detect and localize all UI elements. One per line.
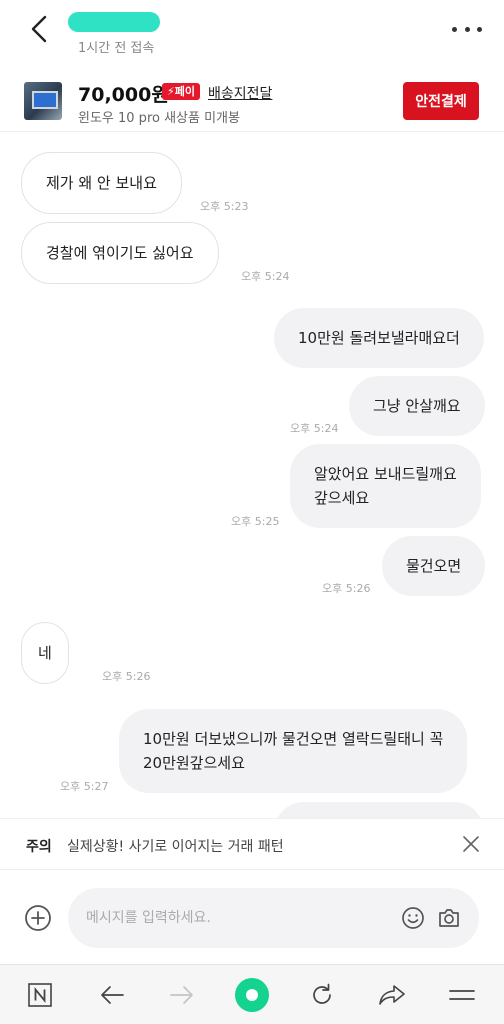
back-button[interactable] <box>22 12 56 46</box>
message-text: 네 <box>38 644 52 662</box>
smiley-icon <box>402 907 424 929</box>
plus-circle-icon <box>25 905 51 931</box>
message-time: 오후 5:25 <box>231 515 280 528</box>
message-bubble-incoming[interactable]: 경찰에 엮이기도 싫어요 <box>21 222 219 284</box>
notice-close-button[interactable] <box>458 831 484 857</box>
message-bubble-incoming[interactable]: 네 <box>21 622 69 684</box>
message-time: 오후 5:27 <box>60 780 109 793</box>
message-bubble-outgoing[interactable]: 물건오면 <box>382 536 486 596</box>
browser-back-button[interactable] <box>94 977 130 1013</box>
message-time: 오후 5:26 <box>322 582 371 595</box>
last-seen-status: 1시간 전 접속 <box>78 41 155 56</box>
message-time: 오후 5:26 <box>102 670 151 683</box>
message-bubble-incoming[interactable]: 제가 왜 안 보내요 <box>21 152 182 214</box>
share-button[interactable] <box>374 977 410 1013</box>
notice-label: 주의 <box>26 839 52 855</box>
message-text-line: 갚으세요 <box>314 489 370 507</box>
message-composer <box>0 878 504 958</box>
message-bubble-outgoing[interactable]: 10만원 더보냈으니까 물건오면 열락드릴태니 꼭 20만원갚으세요 <box>119 709 468 793</box>
naver-button[interactable] <box>22 977 58 1013</box>
product-thumbnail[interactable] <box>24 82 62 120</box>
attach-button[interactable] <box>24 904 52 932</box>
message-time: 오후 5:24 <box>290 422 339 435</box>
message-bubble-outgoing[interactable]: 10만원 돌려보낼라매요더 <box>274 308 484 368</box>
refresh-icon <box>313 983 331 1004</box>
message-time: 오후 5:24 <box>241 270 290 283</box>
arrow-left-icon <box>101 986 124 1004</box>
message-text: 물건오면 <box>406 557 462 575</box>
message-text: 그냥 안살깨요 <box>373 397 461 415</box>
product-name: 윈도우 10 pro 새상품 미개봉 <box>78 111 240 126</box>
message-time: 오후 5:23 <box>200 200 249 213</box>
browser-toolbar <box>0 964 504 1024</box>
user-name-redacted <box>68 12 160 32</box>
more-dots-icon <box>452 26 457 32</box>
back-chevron-icon <box>31 15 47 43</box>
arrow-right-icon <box>170 986 193 1004</box>
hamburger-icon <box>449 990 475 1000</box>
message-bubble-outgoing[interactable]: 그냥 안살깨요 <box>349 376 485 436</box>
message-bubble-outgoing-partial[interactable] <box>274 802 484 818</box>
chat-messages[interactable]: 제가 왜 안 보내요 오후 5:23 경찰에 엮이기도 싫어요 오후 5:24 … <box>0 140 504 818</box>
naver-n-icon <box>28 983 52 1007</box>
message-text-line: 알았어요 보내드릴깨요 <box>314 465 457 483</box>
warning-notice[interactable]: 주의 실제상황! 사기로 이어지는 거래 패턴 <box>0 818 504 870</box>
browser-forward-button[interactable] <box>164 977 200 1013</box>
home-button[interactable] <box>234 977 270 1013</box>
more-button[interactable] <box>452 16 482 42</box>
product-price: 70,000원 <box>78 84 169 106</box>
green-dot-icon <box>235 978 269 1012</box>
pay-badge: ⚡페이 <box>162 83 200 100</box>
product-bar[interactable]: 70,000원 ⚡페이 배송지전달 윈도우 10 pro 새상품 미개봉 안전결… <box>0 70 504 132</box>
refresh-button[interactable] <box>304 977 340 1013</box>
chat-header: 1시간 전 접속 <box>0 0 504 62</box>
share-icon <box>379 985 405 1005</box>
emoji-button[interactable] <box>400 905 426 931</box>
message-bubble-outgoing[interactable]: 알았어요 보내드릴깨요 갚으세요 <box>290 444 481 528</box>
message-text: 경찰에 엮이기도 싫어요 <box>46 244 194 262</box>
close-icon <box>463 836 479 852</box>
message-input-wrapper[interactable] <box>68 888 479 948</box>
message-text-line: 10만원 더보냈으니까 물건오면 열락드릴태니 꼭 <box>143 730 444 748</box>
camera-button[interactable] <box>436 905 462 931</box>
shipping-link[interactable]: 배송지전달 <box>208 83 272 103</box>
message-text: 제가 왜 안 보내요 <box>46 174 157 192</box>
message-text-line: 20만원갚으세요 <box>143 754 245 772</box>
message-text: 10만원 돌려보낼라매요더 <box>298 329 460 347</box>
safe-payment-button[interactable]: 안전결제 <box>403 82 479 120</box>
message-input[interactable] <box>86 906 386 930</box>
menu-button[interactable] <box>444 977 480 1013</box>
notice-text[interactable]: 실제상황! 사기로 이어지는 거래 패턴 <box>67 836 284 856</box>
camera-icon <box>439 909 459 927</box>
